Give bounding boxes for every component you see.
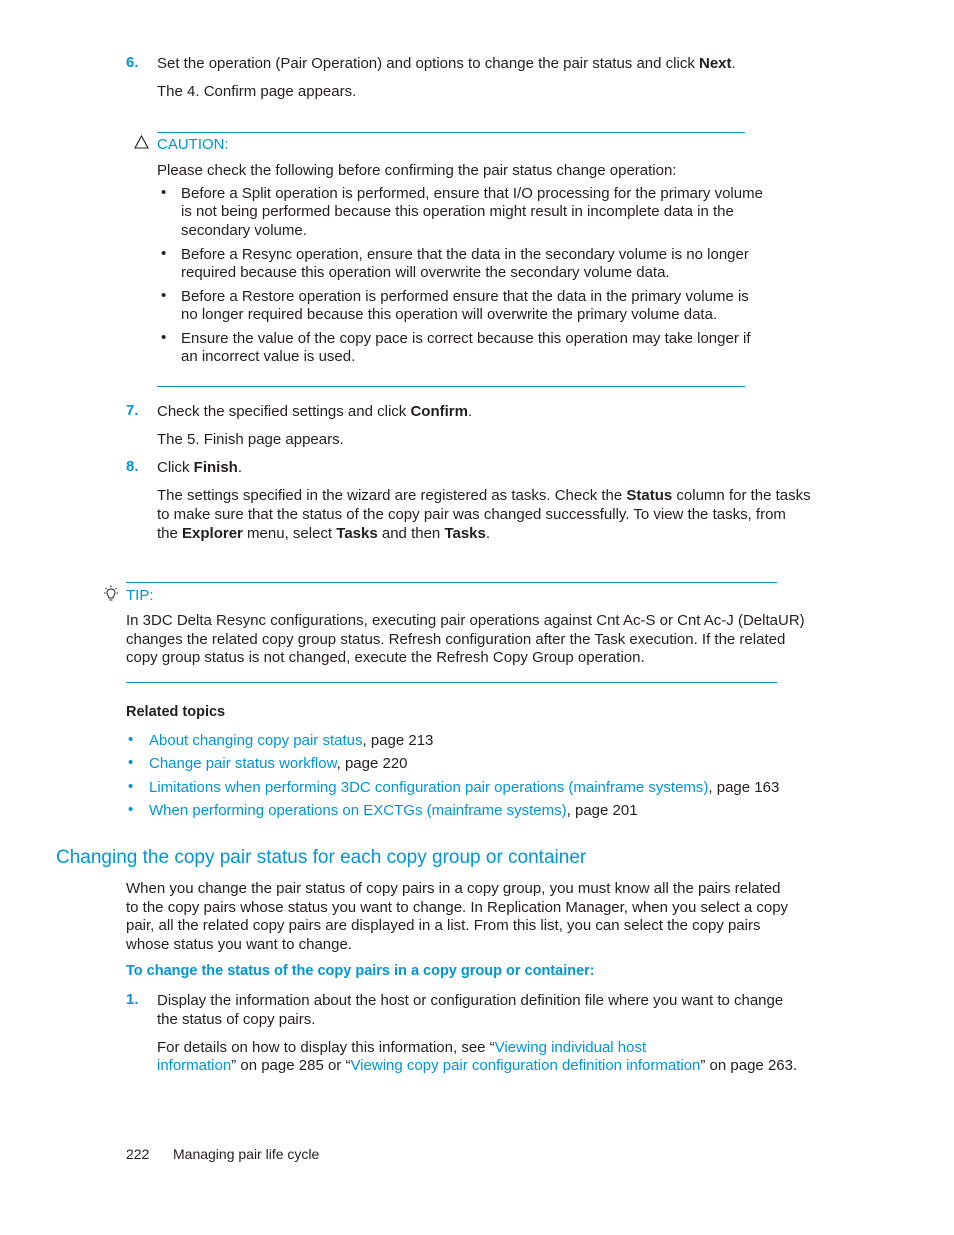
procedure-title: To change the status of the copy pairs i… bbox=[126, 963, 595, 979]
caution-item-1-line-2: is not being performed because this oper… bbox=[181, 203, 734, 220]
viewing-host-info-link[interactable]: Viewing individual host bbox=[495, 1039, 647, 1056]
related-topic-link[interactable]: Limitations when performing 3DC configur… bbox=[149, 779, 708, 796]
bullet: • bbox=[161, 245, 167, 262]
caution-item-1-line-3: secondary volume. bbox=[181, 222, 307, 239]
caution-item-3-line-2: no longer required because this operatio… bbox=[181, 306, 718, 323]
step-8-text: Click Finish. bbox=[157, 459, 243, 476]
viewing-host-info-link-cont[interactable]: information bbox=[157, 1057, 231, 1074]
related-topic-item: Change pair status workflow, page 220 bbox=[149, 755, 408, 772]
caution-item-2-line-2: required because this operation will ove… bbox=[181, 264, 670, 281]
caution-intro: Please check the following before confir… bbox=[157, 162, 677, 179]
bullet: • bbox=[161, 287, 167, 304]
step-7-text: Check the specified settings and click C… bbox=[157, 403, 473, 420]
step-7-result: The 5. Finish page appears. bbox=[157, 431, 344, 448]
step-1-details-line-2: information” on page 285 or “Viewing cop… bbox=[157, 1057, 798, 1074]
section-para-line-2: to the copy pairs whose status you want … bbox=[126, 899, 789, 916]
section-title: Changing the copy pair status for each c… bbox=[56, 847, 587, 868]
step-6-result: The 4. Confirm page appears. bbox=[157, 83, 357, 100]
tip-top-rule bbox=[126, 582, 777, 583]
section-para-line-4: whose status you want to change. bbox=[126, 936, 352, 953]
related-topic-item: When performing operations on EXCTGs (ma… bbox=[149, 802, 638, 819]
caution-top-rule bbox=[157, 132, 745, 133]
related-topic-link[interactable]: When performing operations on EXCTGs (ma… bbox=[149, 802, 567, 819]
section-para-line-1: When you change the pair status of copy … bbox=[126, 880, 781, 897]
caution-item-4-line-2: an incorrect value is used. bbox=[181, 348, 356, 365]
section-para-line-3: pair, all the related copy pairs are dis… bbox=[126, 917, 761, 934]
tip-line-3: copy group status is not changed, execut… bbox=[126, 649, 645, 666]
caution-label: CAUTION: bbox=[157, 136, 229, 153]
step-1-line-1: Display the information about the host o… bbox=[157, 992, 784, 1009]
footer-chapter: Managing pair life cycle bbox=[173, 1146, 320, 1162]
step-8-para-line-3: the Explorer menu, select Tasks and then… bbox=[157, 525, 491, 542]
bullet: • bbox=[161, 329, 167, 346]
step-7-number: 7. bbox=[126, 402, 139, 419]
step-1-details-line-1: For details on how to display this infor… bbox=[157, 1039, 647, 1056]
related-topics-heading: Related topics bbox=[126, 704, 226, 720]
warning-triangle-icon bbox=[134, 135, 149, 149]
bullet: • bbox=[128, 778, 134, 795]
caution-bottom-rule bbox=[157, 386, 745, 387]
bullet: • bbox=[161, 184, 167, 201]
step-6-text: Set the operation (Pair Operation) and o… bbox=[157, 55, 736, 72]
lightbulb-icon bbox=[104, 585, 118, 601]
step-8-para-line-1: The settings specified in the wizard are… bbox=[157, 487, 811, 504]
step-8-number: 8. bbox=[126, 458, 139, 475]
bullet: • bbox=[128, 731, 134, 748]
caution-item-2-line-1: Before a Resync operation, ensure that t… bbox=[181, 246, 749, 263]
step-1-line-2: the status of copy pairs. bbox=[157, 1011, 316, 1028]
tip-label: TIP: bbox=[126, 587, 154, 604]
related-topic-link[interactable]: About changing copy pair status bbox=[149, 732, 362, 749]
viewing-config-def-link[interactable]: Viewing copy pair configuration definiti… bbox=[350, 1057, 700, 1074]
caution-item-4-line-1: Ensure the value of the copy pace is cor… bbox=[181, 330, 751, 347]
related-topic-link[interactable]: Change pair status workflow bbox=[149, 755, 337, 772]
tip-line-2: changes the related copy group status. R… bbox=[126, 631, 786, 648]
step-8-para-line-2: to make sure that the status of the copy… bbox=[157, 506, 786, 523]
related-topic-item: About changing copy pair status, page 21… bbox=[149, 732, 434, 749]
caution-item-1-line-1: Before a Split operation is performed, e… bbox=[181, 185, 763, 202]
caution-item-3-line-1: Before a Restore operation is performed … bbox=[181, 288, 749, 305]
bullet: • bbox=[128, 801, 134, 818]
bullet: • bbox=[128, 754, 134, 771]
related-topic-item: Limitations when performing 3DC configur… bbox=[149, 779, 780, 796]
tip-bottom-rule bbox=[126, 682, 777, 683]
tip-line-1: In 3DC Delta Resync configurations, exec… bbox=[126, 612, 805, 629]
step-1-number: 1. bbox=[126, 991, 139, 1008]
footer-page-number: 222 bbox=[126, 1146, 150, 1162]
step-6-number: 6. bbox=[126, 54, 139, 71]
